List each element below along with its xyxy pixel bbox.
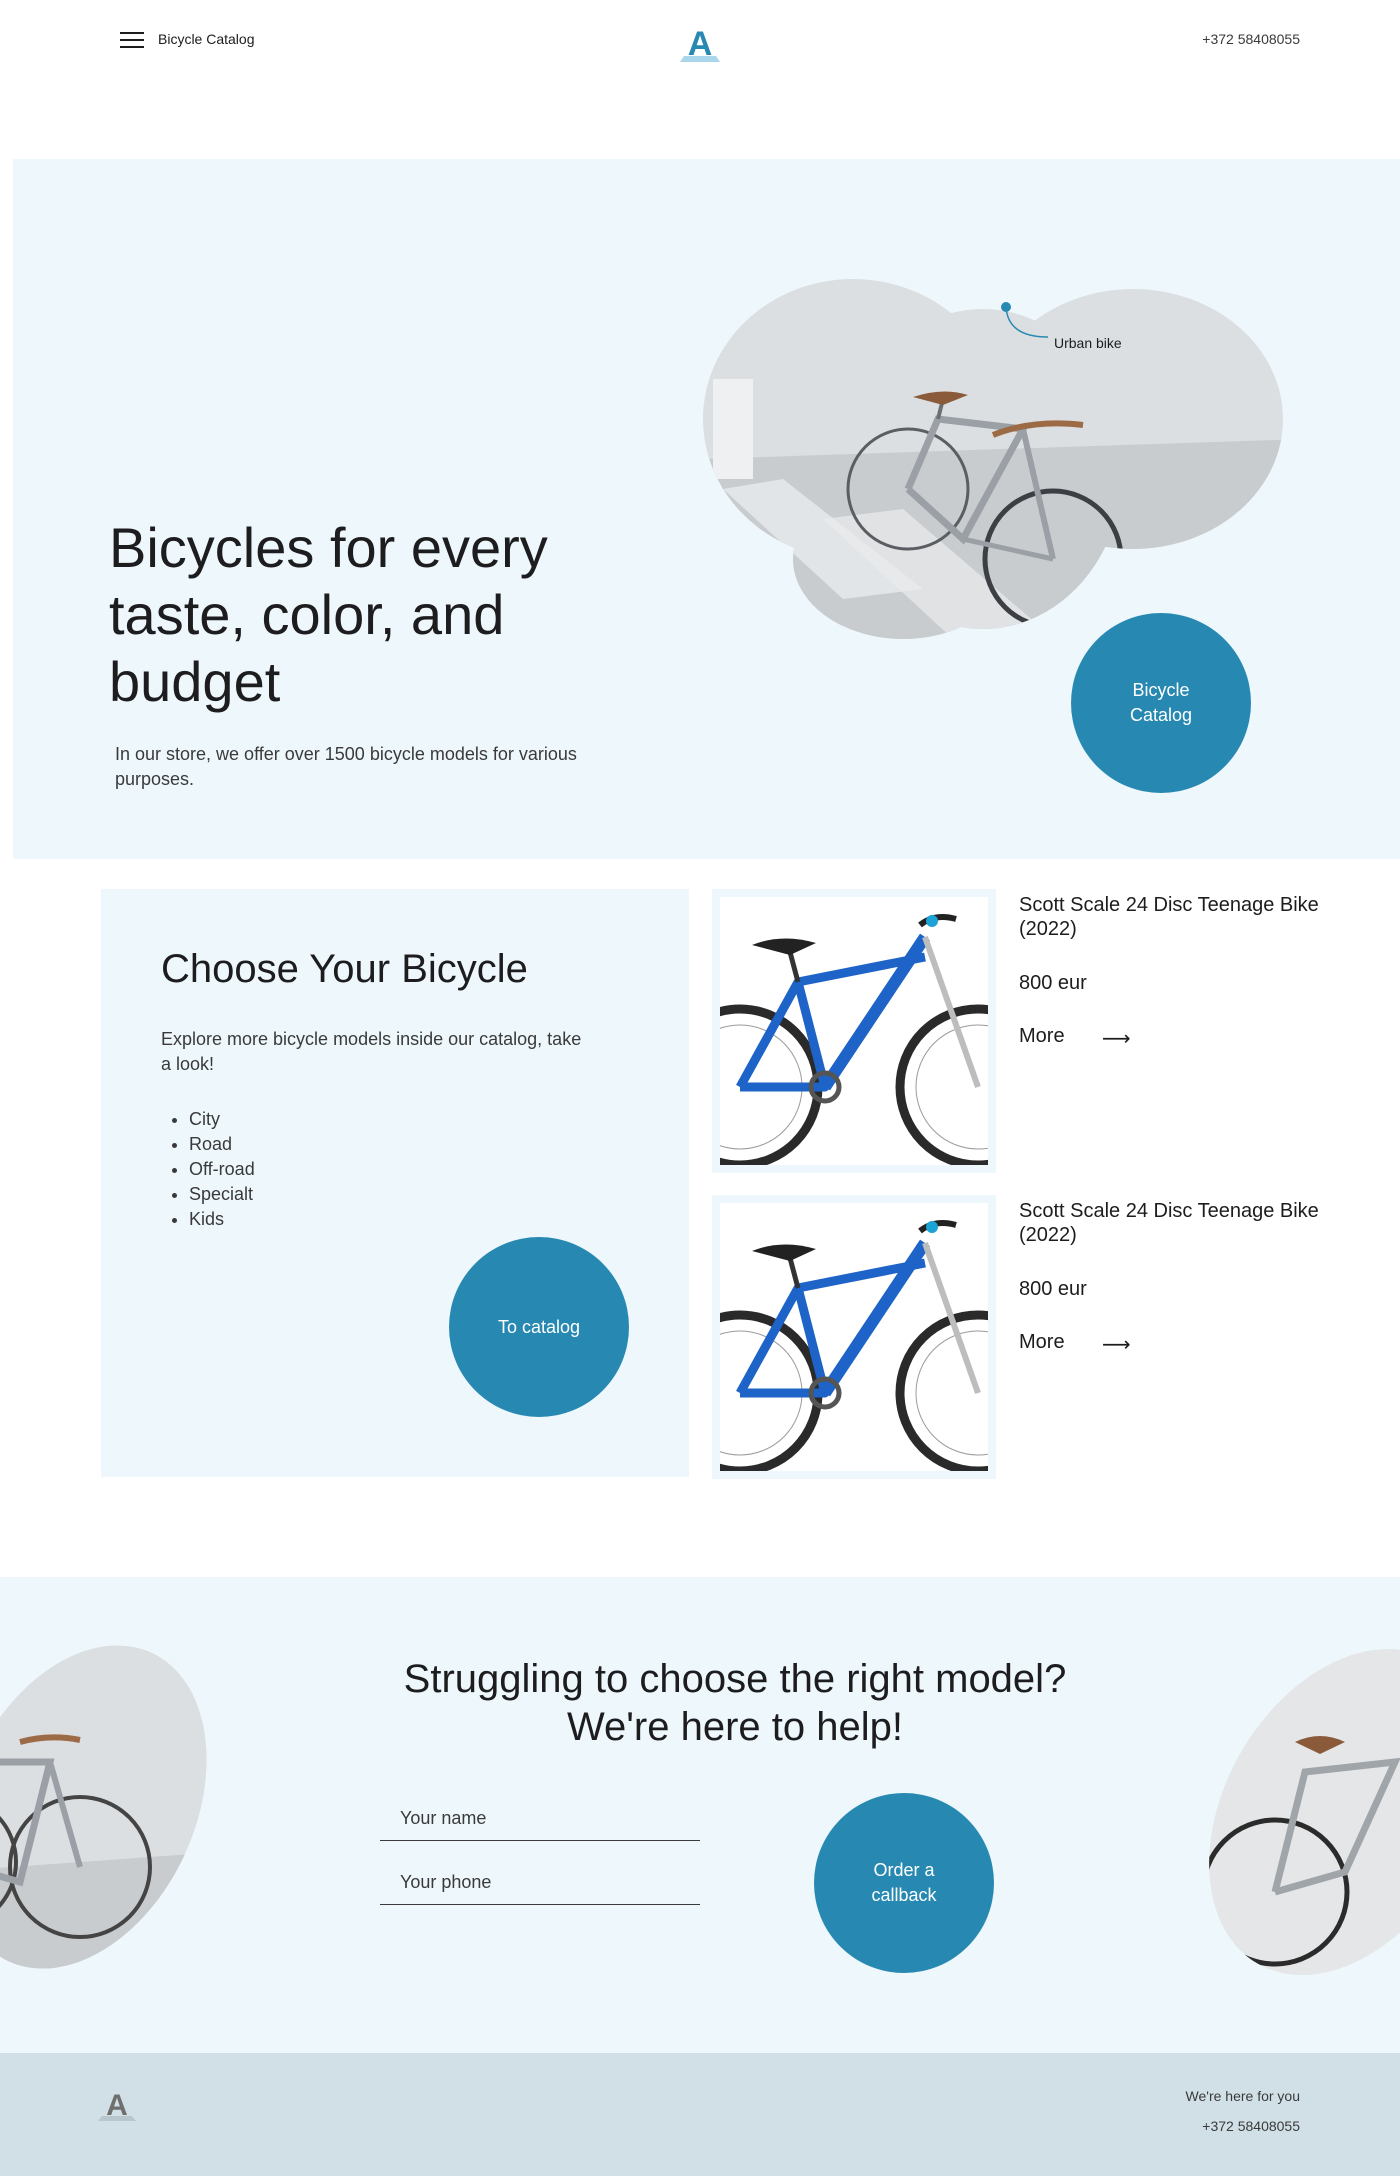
hamburger-icon[interactable] xyxy=(118,28,146,52)
site-footer: A We're here for you +372 58408055 xyxy=(0,2053,1400,2176)
blue-bike-image xyxy=(720,914,988,1165)
product-more-link[interactable]: More xyxy=(1019,1025,1065,1048)
product-more-link[interactable]: More xyxy=(1019,1331,1065,1354)
name-field[interactable] xyxy=(380,1797,700,1841)
urban-bike-image xyxy=(703,279,1283,639)
product-image-frame[interactable] xyxy=(712,1195,996,1479)
logo-letter: A xyxy=(688,25,713,63)
urban-bike-label: Urban bike xyxy=(1054,335,1122,351)
category-city[interactable]: City xyxy=(189,1107,255,1132)
bike-image-right xyxy=(1195,1642,1400,1982)
footer-logo[interactable]: A xyxy=(96,2085,138,2125)
help-title-line-1: Struggling to choose the right model? xyxy=(403,1657,1067,1701)
arrow-right-icon[interactable]: ⟶ xyxy=(1102,1332,1131,1357)
help-title: Struggling to choose the right model? We… xyxy=(335,1655,1135,1751)
choose-bicycle-panel: Choose Your Bicycle Explore more bicycle… xyxy=(101,889,689,1477)
bicycle-catalog-button-label: Bicycle Catalog xyxy=(1129,680,1193,725)
phone-field[interactable] xyxy=(380,1861,700,1905)
hero-title: Bicycles for every taste, color, and bud… xyxy=(109,516,548,713)
category-list: City Road Off-road Specialt Kids xyxy=(161,1107,255,1232)
footer-tagline: We're here for you xyxy=(1185,2088,1300,2104)
product-name[interactable]: Scott Scale 24 Disc Teenage Bike (2022) xyxy=(1019,893,1319,941)
category-kids[interactable]: Kids xyxy=(189,1207,255,1232)
product-name[interactable]: Scott Scale 24 Disc Teenage Bike (2022) xyxy=(1019,1199,1319,1247)
product-image-frame[interactable] xyxy=(712,889,996,1173)
product-price: 800 eur xyxy=(1019,1278,1087,1300)
hero-subtitle: In our store, we offer over 1500 bicycle… xyxy=(115,744,577,789)
category-specialt[interactable]: Specialt xyxy=(189,1182,255,1207)
footer-phone[interactable]: +372 58408055 xyxy=(1202,2118,1300,2134)
footer-logo-letter: A xyxy=(106,2089,128,2122)
product-card: Scott Scale 24 Disc Teenage Bike (2022) … xyxy=(712,1195,1319,1479)
blue-bike-image xyxy=(720,1220,988,1471)
bicycle-catalog-button[interactable]: Bicycle Catalog xyxy=(1071,613,1251,793)
help-title-line-2: We're here to help! xyxy=(567,1705,903,1749)
callback-section: Struggling to choose the right model? We… xyxy=(0,1577,1400,2053)
order-callback-button[interactable]: Order a callback xyxy=(814,1793,994,1973)
order-callback-button-label: Order a callback xyxy=(871,1860,937,1905)
category-road[interactable]: Road xyxy=(189,1132,255,1157)
to-catalog-button[interactable]: To catalog xyxy=(449,1237,629,1417)
product-price: 800 eur xyxy=(1019,972,1087,994)
category-off-road[interactable]: Off-road xyxy=(189,1157,255,1182)
hero-section: Bicycles for every taste, color, and bud… xyxy=(13,159,1400,859)
choose-title: Choose Your Bicycle xyxy=(161,947,528,991)
header-catalog-link[interactable]: Bicycle Catalog xyxy=(158,31,255,47)
site-header: Bicycle Catalog A +372 58408055 xyxy=(0,0,1400,80)
logo[interactable]: A xyxy=(676,22,724,66)
bike-image-left xyxy=(0,1642,220,1972)
choose-text: Explore more bicycle models inside our c… xyxy=(161,1029,582,1074)
arrow-right-icon[interactable]: ⟶ xyxy=(1102,1026,1131,1051)
product-card: Scott Scale 24 Disc Teenage Bike (2022) … xyxy=(712,889,1319,1173)
to-catalog-button-label: To catalog xyxy=(497,1316,581,1337)
header-phone[interactable]: +372 58408055 xyxy=(1202,31,1300,47)
